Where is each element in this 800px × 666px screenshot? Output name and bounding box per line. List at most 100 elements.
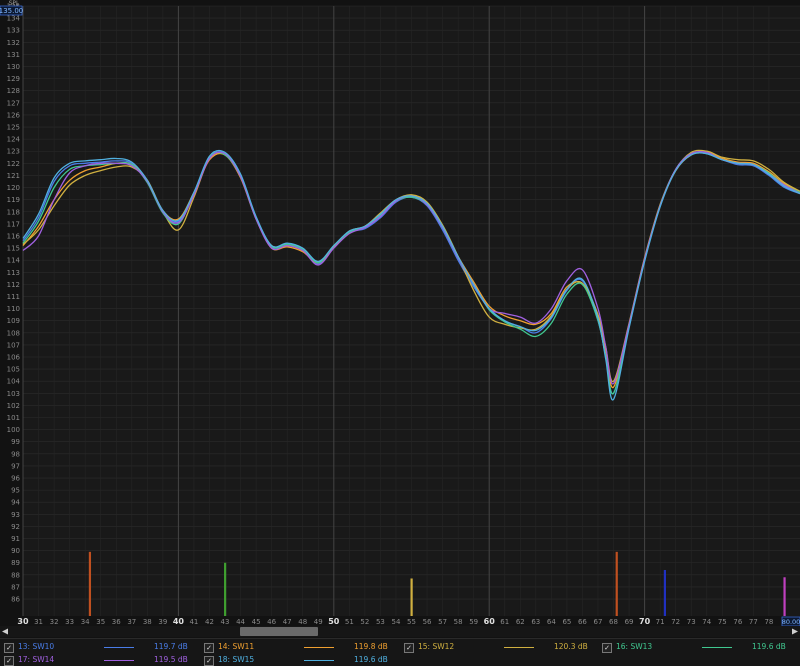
y-tick-label: 125 bbox=[7, 124, 20, 132]
x-tick-label: 35 bbox=[96, 618, 105, 626]
legend-item[interactable]: ✓ 18: SW15 119.6 dB bbox=[204, 654, 399, 666]
y-tick-label: 90 bbox=[11, 547, 20, 555]
x-tick-label: 53 bbox=[376, 618, 385, 626]
y-tick-label: 97 bbox=[11, 462, 20, 470]
y-tick-label: 110 bbox=[7, 305, 20, 313]
legend-item[interactable]: ✓ 14: SW11 119.8 dB bbox=[204, 641, 399, 653]
y-tick-label: 88 bbox=[11, 571, 20, 579]
x-tick-label: 32 bbox=[50, 618, 59, 626]
y-tick-label: 102 bbox=[7, 402, 20, 410]
y-tick-label: 108 bbox=[7, 329, 20, 337]
legend-swatch bbox=[104, 647, 134, 648]
y-tick-label: 129 bbox=[7, 75, 20, 83]
legend-checkbox[interactable]: ✓ bbox=[204, 643, 214, 653]
x-tick-label: 65 bbox=[562, 618, 571, 626]
x-tick-label: 63 bbox=[531, 618, 540, 626]
legend-name: 15: SW12 bbox=[418, 642, 455, 651]
y-tick-label: 100 bbox=[7, 426, 20, 434]
x-tick-label: 52 bbox=[360, 618, 369, 626]
x-tick-label: 74 bbox=[702, 618, 711, 626]
y-tick-label: 98 bbox=[11, 450, 20, 458]
y-tick-label: 113 bbox=[7, 269, 20, 277]
scrollbar-track[interactable] bbox=[0, 626, 800, 637]
x-tick-label: 51 bbox=[345, 618, 354, 626]
x-tick-label: 48 bbox=[298, 618, 307, 626]
x-tick-label: 76 bbox=[733, 618, 742, 626]
x-tick-label: 31 bbox=[34, 618, 43, 626]
x-tick-label: 43 bbox=[221, 618, 230, 626]
y-tick-label: 86 bbox=[11, 596, 20, 604]
x-tick-label: 61 bbox=[500, 618, 509, 626]
y-tick-label: 99 bbox=[11, 438, 20, 446]
y-tick-label: 124 bbox=[7, 136, 21, 144]
y-tick-label: 130 bbox=[7, 63, 20, 71]
x-tick-label: 33 bbox=[65, 618, 74, 626]
x-tick-label: 64 bbox=[547, 618, 556, 626]
x-tick-label: 75 bbox=[718, 618, 727, 626]
legend-value: 119.6 dB bbox=[752, 642, 786, 651]
legend-value: 119.6 dB bbox=[354, 655, 388, 664]
legend-checkbox[interactable]: ✓ bbox=[4, 643, 14, 653]
x-tick-label: 56 bbox=[423, 618, 432, 626]
legend-value: 120.3 dB bbox=[554, 642, 588, 651]
y-tick-label: 128 bbox=[7, 87, 20, 95]
y-tick-label: 115 bbox=[7, 245, 20, 253]
x-tick-label: 70 bbox=[639, 617, 651, 626]
x-end-readout[interactable]: 80.00 bbox=[782, 618, 800, 626]
legend-item[interactable]: ✓ 13: SW10 119.7 dB bbox=[4, 641, 199, 653]
y-tick-label: 118 bbox=[7, 208, 20, 216]
x-tick-label: 67 bbox=[594, 618, 603, 626]
x-tick-label: 60 bbox=[484, 617, 496, 626]
marker-bar bbox=[88, 551, 92, 616]
x-tick-label: 58 bbox=[454, 618, 463, 626]
legend-checkbox[interactable]: ✓ bbox=[602, 643, 612, 653]
y-tick-label: 126 bbox=[7, 111, 21, 119]
y-tick-label: 94 bbox=[11, 499, 20, 507]
y-tick-label: 89 bbox=[11, 559, 20, 567]
marker-bar bbox=[783, 577, 786, 616]
legend-name: 16: SW13 bbox=[616, 642, 653, 651]
legend-name: 17: SW14 bbox=[18, 655, 55, 664]
y-tick-label: 96 bbox=[11, 475, 20, 483]
x-tick-label: 49 bbox=[314, 618, 323, 626]
legend-checkbox[interactable]: ✓ bbox=[404, 643, 414, 653]
y-tick-label: 116 bbox=[7, 232, 21, 240]
y-top-readout[interactable]: 135.00 bbox=[0, 7, 23, 15]
x-tick-label: 37 bbox=[127, 618, 136, 626]
x-tick-label: 41 bbox=[189, 618, 198, 626]
legend-item[interactable]: ✓ 17: SW14 119.5 dB bbox=[4, 654, 199, 666]
x-tick-label: 57 bbox=[438, 618, 447, 626]
legend-swatch bbox=[304, 647, 334, 648]
x-tick-label: 44 bbox=[236, 618, 245, 626]
marker-bar bbox=[663, 570, 667, 616]
x-tick-label: 38 bbox=[143, 618, 152, 626]
y-tick-label: 134 bbox=[7, 15, 21, 23]
y-tick-label: 117 bbox=[7, 220, 20, 228]
y-tick-label: 93 bbox=[11, 511, 20, 519]
marker-bar bbox=[615, 551, 618, 616]
y-tick-label: 92 bbox=[11, 523, 20, 531]
legend-swatch bbox=[504, 647, 534, 648]
legend-value: 119.8 dB bbox=[354, 642, 388, 651]
legend-item[interactable]: ✓ 15: SW12 120.3 dB bbox=[404, 641, 599, 653]
x-tick-label: 68 bbox=[609, 618, 618, 626]
y-tick-label: 95 bbox=[11, 487, 20, 495]
y-tick-label: 127 bbox=[7, 99, 20, 107]
marker-bar bbox=[410, 578, 413, 616]
x-tick-label: 39 bbox=[158, 618, 167, 626]
y-tick-label: 109 bbox=[7, 317, 20, 325]
x-tick-label: 54 bbox=[391, 618, 400, 626]
y-tick-label: 114 bbox=[7, 257, 21, 265]
legend-item[interactable]: ✓ 16: SW13 119.6 dB bbox=[602, 641, 797, 653]
y-tick-label: 103 bbox=[7, 390, 20, 398]
legend-swatch bbox=[702, 647, 732, 648]
spl-chart[interactable]: 1351341331321311301291281271261251241231… bbox=[0, 0, 800, 638]
scrollbar-thumb[interactable] bbox=[240, 627, 318, 636]
marker-bar bbox=[224, 562, 227, 616]
y-tick-label: 121 bbox=[7, 172, 20, 180]
x-tick-label: 47 bbox=[283, 618, 292, 626]
y-tick-label: 107 bbox=[7, 341, 20, 349]
x-tick-label: 50 bbox=[328, 617, 340, 626]
legend-name: 14: SW11 bbox=[218, 642, 255, 651]
y-tick-label: 106 bbox=[7, 353, 21, 361]
